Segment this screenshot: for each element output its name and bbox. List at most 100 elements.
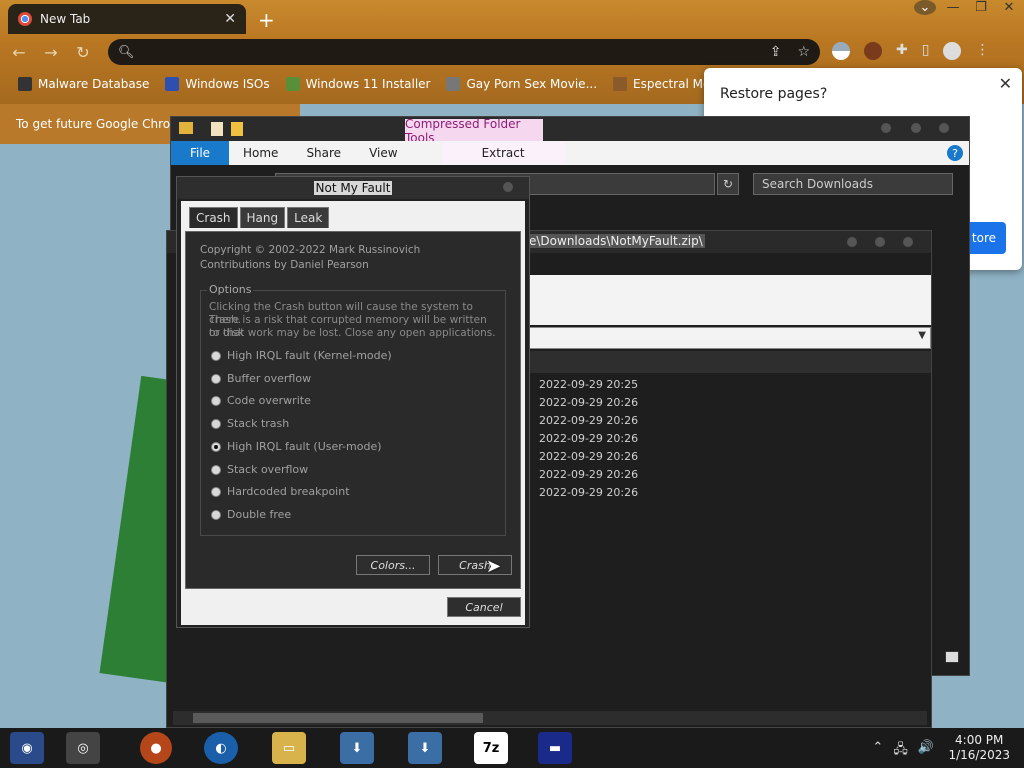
radio-high-irql-user[interactable]: High IRQL fault (User-mode) — [211, 440, 382, 453]
new-tab-button[interactable]: + — [258, 8, 275, 32]
radio-selected-icon — [211, 441, 221, 452]
extensions-area: ✚ ▯ ⋮ — [832, 42, 989, 60]
ribbon-tab-home[interactable]: Home — [229, 146, 292, 160]
crash-tab-panel: Copyright © 2002-2022 Mark Russinovich C… — [185, 231, 521, 589]
options-group: Options Clicking the Crash button will c… — [200, 283, 506, 536]
radio-icon — [211, 418, 221, 429]
installer-taskbar-icon[interactable]: ⬇ — [340, 732, 374, 764]
chevron-down-icon: ▼ — [918, 330, 926, 341]
bookmark-item[interactable]: Gay Porn Sex Movie... — [446, 77, 597, 91]
radio-icon — [211, 395, 221, 406]
menu-icon[interactable]: ⋮ — [975, 42, 989, 60]
window-controls: ⌄ — ❐ ✕ — [914, 0, 1020, 15]
tray-overflow-icon[interactable]: ⌃ — [872, 740, 883, 762]
radio-icon — [211, 486, 221, 497]
scrollbar-thumb[interactable] — [193, 713, 483, 723]
tab-leak[interactable]: Leak — [287, 207, 330, 228]
radio-icon — [211, 509, 221, 520]
properties-icon[interactable] — [211, 122, 223, 136]
radio-stack-overflow[interactable]: Stack overflow — [211, 463, 308, 476]
file-date: 2022-09-29 20:25 — [539, 378, 639, 391]
bookmark-favicon-icon — [613, 77, 628, 91]
radio-high-irql-kernel[interactable]: High IRQL fault (Kernel-mode) — [211, 349, 392, 362]
refresh-icon[interactable]: ↻ — [717, 173, 739, 195]
zip-combo-box[interactable]: ▼ — [527, 327, 931, 349]
minimize-button[interactable]: — — [942, 0, 964, 15]
restore-title: Restore pages? — [720, 86, 828, 102]
restore-button[interactable]: ❐ — [970, 0, 992, 15]
zip-minimize-button[interactable] — [847, 237, 857, 247]
installer-taskbar-icon-2[interactable]: ⬇ — [408, 732, 442, 764]
tab-hang[interactable]: Hang — [239, 207, 286, 228]
ribbon-tab-view[interactable]: View — [355, 146, 411, 160]
tab-title: New Tab — [40, 12, 91, 26]
explorer-maximize-button[interactable] — [911, 123, 921, 133]
bookmark-item[interactable]: Malware Database — [18, 77, 149, 91]
bsod-window-taskbar-icon[interactable]: ▬ — [538, 732, 572, 764]
account-avatar-icon[interactable] — [943, 42, 962, 60]
tab-crash[interactable]: Crash — [189, 207, 238, 228]
close-window-button[interactable]: ✕ — [998, 0, 1020, 15]
explorer-titlebar — [171, 117, 969, 141]
extension-icon[interactable] — [832, 42, 850, 60]
search-icon: 🔍︎ — [118, 44, 135, 60]
close-icon[interactable]: ✕ — [999, 74, 1012, 93]
explorer-ribbon: File Home Share View Extract ? — [171, 141, 969, 165]
firefox-taskbar-icon[interactable]: ● — [140, 732, 172, 764]
zip-column-header[interactable] — [527, 351, 931, 373]
horizontal-scrollbar[interactable] — [173, 711, 927, 725]
tab-close-icon[interactable]: ✕ — [224, 11, 236, 27]
sidepanel-icon[interactable]: ▯ — [922, 42, 930, 60]
volume-icon[interactable]: 🔊 — [918, 740, 934, 762]
radio-code-overwrite[interactable]: Code overwrite — [211, 394, 311, 407]
7zip-taskbar-icon[interactable]: 7z — [474, 732, 508, 764]
help-icon[interactable]: ? — [947, 145, 963, 161]
explorer-minimize-button[interactable] — [881, 123, 891, 133]
radio-buffer-overflow[interactable]: Buffer overflow — [211, 372, 311, 385]
file-date: 2022-09-29 20:26 — [539, 432, 639, 445]
view-toggle-icon[interactable] — [945, 651, 959, 663]
back-button[interactable]: ← — [10, 43, 28, 62]
forward-button[interactable]: → — [42, 43, 60, 62]
radio-double-free[interactable]: Double free — [211, 508, 291, 521]
clock-date: 1/16/2023 — [948, 748, 1010, 762]
bookmark-star-icon[interactable]: ☆ — [797, 44, 810, 60]
ribbon-tab-extract[interactable]: Extract — [441, 142, 565, 164]
zip-close-button[interactable] — [903, 237, 913, 247]
radio-stack-trash[interactable]: Stack trash — [211, 417, 289, 430]
puzzle-icon[interactable]: ✚ — [896, 42, 908, 60]
new-folder-icon[interactable] — [231, 122, 243, 136]
campaign-logo-taskbar-icon[interactable]: ◐ — [204, 732, 238, 764]
reload-button[interactable]: ↻ — [74, 43, 92, 62]
dialog-close-button[interactable] — [503, 182, 513, 192]
network-icon[interactable]: 🖧 — [893, 740, 908, 762]
share-icon[interactable]: ⇪ — [770, 44, 782, 60]
radio-hardcoded-breakpoint[interactable]: Hardcoded breakpoint — [211, 485, 350, 498]
options-description: or that work may be lost. Close any open… — [209, 327, 496, 339]
taskbar: ◉ ◎ ● ◐ ▭ ⬇ ⬇ 7z ▬ ⌃ 🖧 🔊 4:00 PM 1/16/20… — [0, 728, 1024, 768]
contributions-text: Contributions by Daniel Pearson — [200, 259, 369, 271]
explorer-close-button[interactable] — [939, 123, 949, 133]
bookmark-item[interactable]: Windows ISOs — [165, 77, 270, 91]
zip-maximize-button[interactable] — [875, 237, 885, 247]
address-bar[interactable]: 🔍︎ ⇪ ☆ — [108, 39, 820, 65]
folder-icon — [179, 122, 193, 134]
file-date: 2022-09-29 20:26 — [539, 396, 639, 409]
chromium-taskbar-icon[interactable]: ◉ — [10, 732, 44, 764]
file-date: 2022-09-29 20:26 — [539, 468, 639, 481]
ribbon-tab-share[interactable]: Share — [292, 146, 355, 160]
ribbon-tab-file[interactable]: File — [171, 141, 229, 165]
colors-button[interactable]: Colors... — [356, 555, 430, 575]
dialog-titlebar: Not My Fault — [177, 177, 529, 199]
compressed-folder-tools-tab[interactable]: Compressed Folder Tools — [405, 117, 543, 145]
system-clock[interactable]: 4:00 PM 1/16/2023 — [948, 733, 1010, 763]
search-downloads-input[interactable]: Search Downloads — [753, 173, 953, 195]
file-explorer-taskbar-icon[interactable]: ▭ — [272, 732, 306, 764]
tab-search-icon[interactable]: ⌄ — [914, 0, 936, 15]
profile-extension-icon[interactable] — [864, 42, 882, 60]
chrome-taskbar-icon[interactable]: ◎ — [66, 732, 100, 764]
bookmark-item[interactable]: Windows 11 Installer — [285, 77, 430, 91]
copyright-text: Copyright © 2002-2022 Mark Russinovich — [200, 244, 421, 256]
tab-new-tab[interactable]: New Tab ✕ — [8, 4, 246, 34]
cancel-button[interactable]: Cancel — [447, 597, 521, 617]
